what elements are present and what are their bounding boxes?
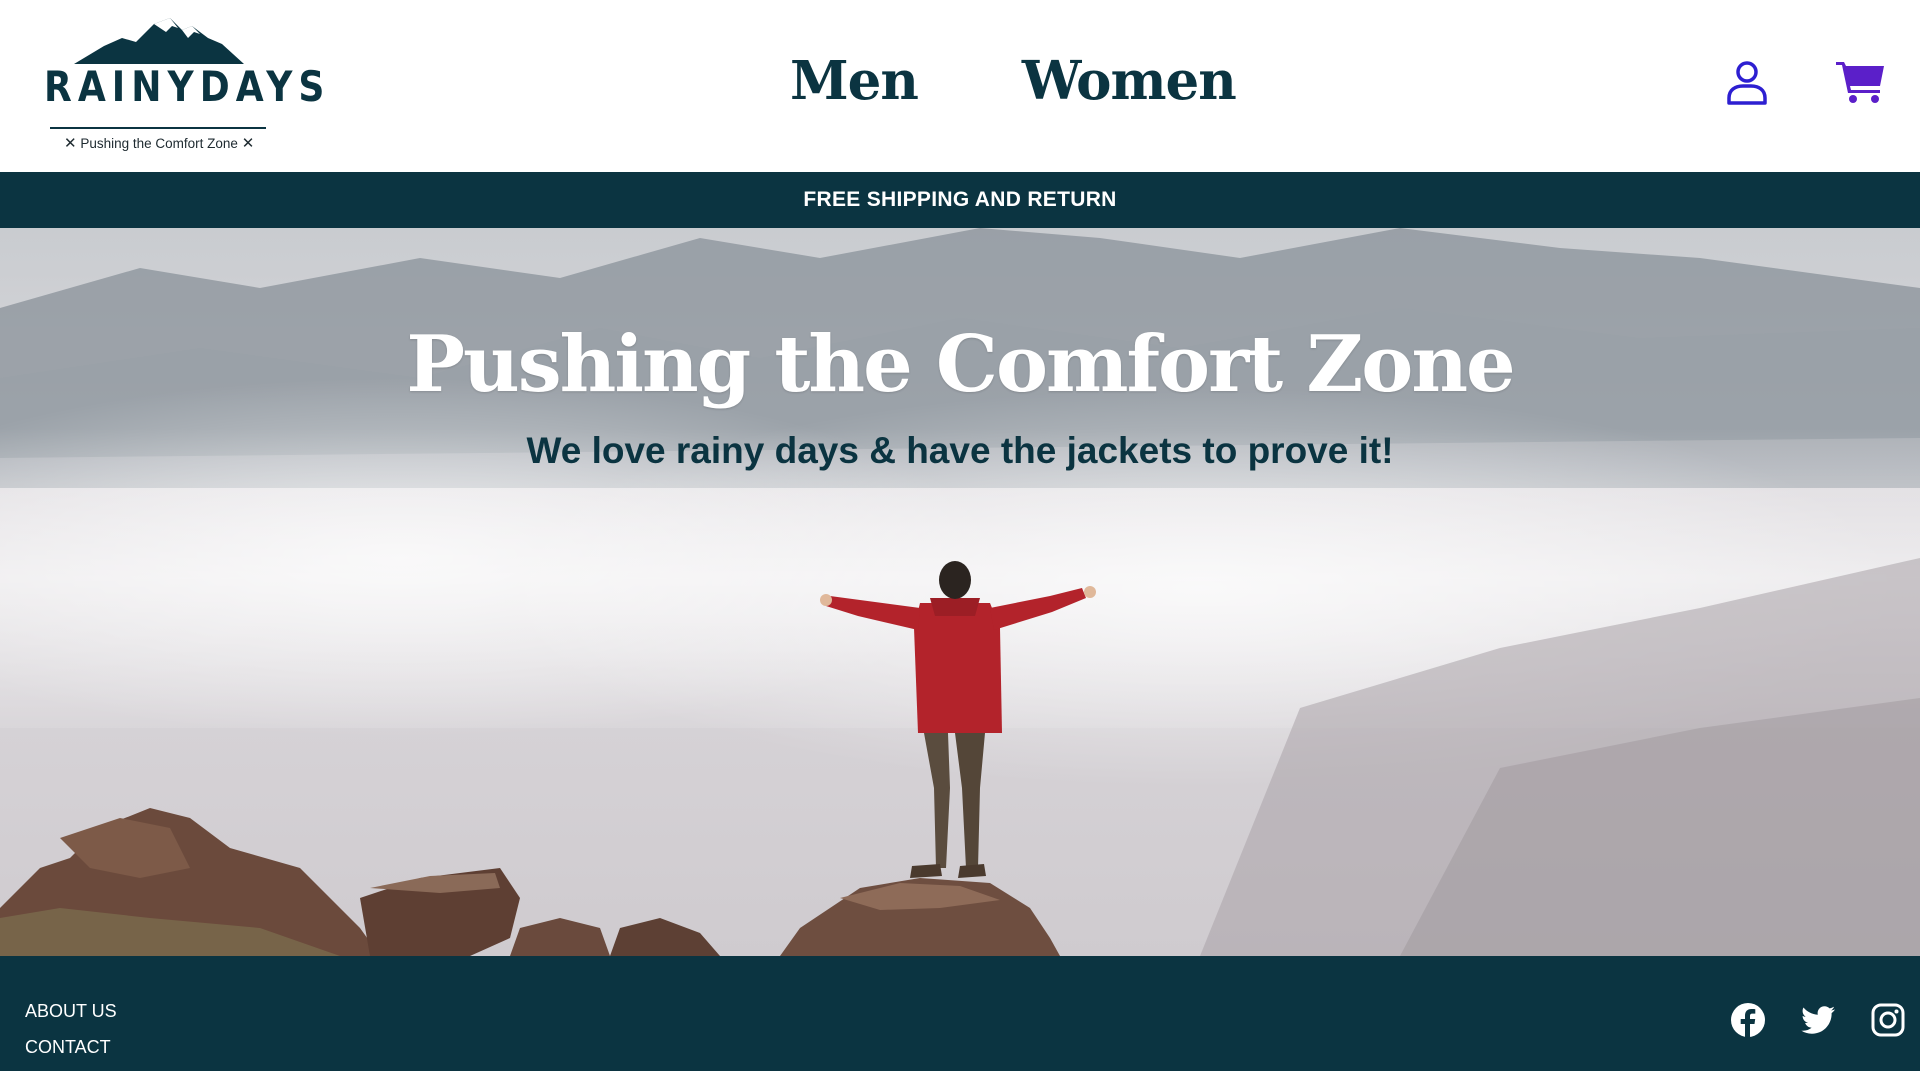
facebook-icon xyxy=(1731,1003,1765,1037)
promo-bar: FREE SHIPPING AND RETURN xyxy=(0,172,1920,228)
cart-button[interactable] xyxy=(1836,58,1886,104)
account-button[interactable] xyxy=(1724,60,1770,106)
footer-link-contact[interactable]: CONTACT xyxy=(25,1029,117,1065)
mountain-icon xyxy=(74,18,244,64)
header-icons xyxy=(1724,58,1894,106)
footer-links: ABOUT US CONTACT xyxy=(25,993,117,1065)
instagram-icon xyxy=(1871,1003,1905,1037)
promo-text: FREE SHIPPING AND RETURN xyxy=(803,188,1117,211)
social-links xyxy=(1730,1002,1905,1042)
logo-divider xyxy=(50,127,266,129)
nav-item-men[interactable]: Men xyxy=(790,46,919,116)
hero-subtitle: We love rainy days & have the jackets to… xyxy=(526,430,1394,471)
tagline-mark-left: ✕ xyxy=(64,135,77,152)
site-footer: ABOUT US CONTACT xyxy=(0,956,1920,1071)
user-icon xyxy=(1727,61,1767,105)
nav-item-women[interactable]: Women xyxy=(1022,46,1237,116)
brand-wordmark: RAINYDAYS xyxy=(44,62,331,111)
hero-banner: Pushing the Comfort Zone We love rainy d… xyxy=(0,228,1920,956)
twitter-button[interactable] xyxy=(1800,1002,1836,1038)
facebook-button[interactable] xyxy=(1730,1002,1766,1038)
footer-link-about-us[interactable]: ABOUT US xyxy=(25,993,117,1029)
twitter-icon xyxy=(1801,1006,1835,1034)
logo[interactable]: RAINYDAYS ✕ Pushing the Comfort Zone ✕ xyxy=(40,16,331,151)
cart-icon xyxy=(1836,62,1884,103)
brand-tagline: ✕ Pushing the Comfort Zone ✕ xyxy=(64,136,254,151)
main-nav: Men Women xyxy=(790,46,1237,116)
hero-title: Pushing the Comfort Zone xyxy=(406,319,1515,411)
site-header: RAINYDAYS ✕ Pushing the Comfort Zone ✕ M… xyxy=(0,0,1920,172)
tagline-mark-right: ✕ xyxy=(241,135,255,152)
instagram-button[interactable] xyxy=(1870,1002,1906,1038)
tagline-text: Pushing the Comfort Zone xyxy=(80,136,238,151)
